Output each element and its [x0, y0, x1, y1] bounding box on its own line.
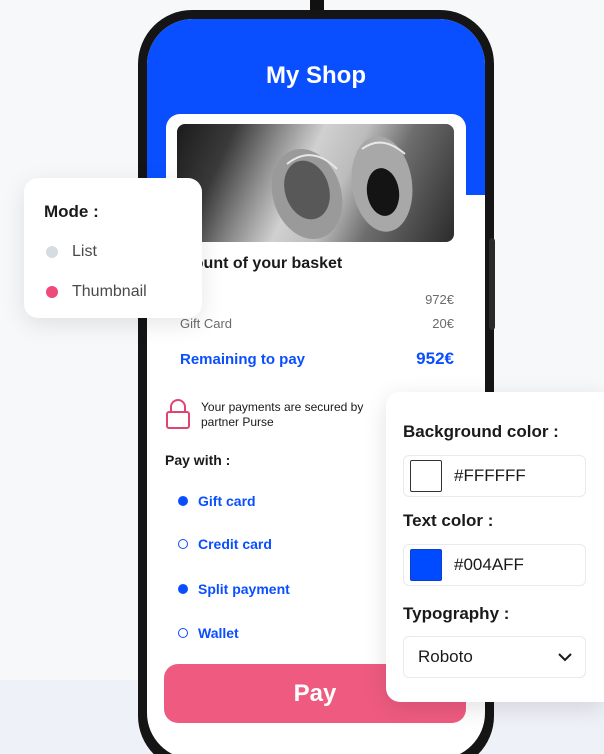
text-color-swatch[interactable] [410, 549, 442, 581]
mode-option-list[interactable]: List [46, 243, 97, 261]
remaining-value: 952€ [416, 349, 454, 368]
pay-option-split-payment[interactable]: Split payment [178, 581, 290, 597]
background-color-label: Background color : [403, 422, 559, 441]
radio-empty-icon [178, 539, 188, 549]
basket-title: nount of your basket [184, 255, 343, 272]
gift-card-value: 20€ [432, 316, 454, 331]
background-color-value: #FFFFFF [454, 466, 526, 485]
secure-payment-text: Your payments are secured by partner Pur… [201, 400, 364, 429]
mode-option-label: Thumbnail [72, 283, 147, 300]
sneakers-image [177, 124, 454, 242]
radio-selected-icon [178, 584, 188, 594]
pay-option-label: Gift card [198, 493, 256, 509]
pay-with-label: Pay with : [165, 452, 231, 468]
lock-icon [164, 398, 192, 430]
chevron-down-icon [558, 653, 572, 662]
remaining-label: Remaining to pay [180, 351, 306, 368]
pay-option-gift-card[interactable]: Gift card [178, 493, 256, 509]
mode-panel: Mode : List Thumbnail [24, 178, 202, 318]
pay-option-label: Credit card [198, 536, 272, 552]
list-radio-icon [46, 246, 58, 258]
mode-option-thumbnail[interactable]: Thumbnail [46, 283, 147, 301]
phone-side-button [489, 238, 495, 330]
background-color-swatch[interactable] [410, 460, 442, 492]
text-color-value: #004AFF [454, 555, 524, 574]
gift-card-label: Gift Card [180, 316, 233, 331]
typography-label: Typography : [403, 604, 510, 623]
mode-title: Mode : [44, 202, 99, 221]
thumbnail-radio-icon [46, 286, 58, 298]
text-color-label: Text color : [403, 511, 494, 530]
pay-option-wallet[interactable]: Wallet [178, 625, 239, 641]
pay-option-label: Wallet [198, 625, 239, 641]
background-color-field[interactable]: #FFFFFF [403, 455, 586, 497]
text-color-field[interactable]: #004AFF [403, 544, 586, 586]
pay-option-label: Split payment [198, 581, 290, 597]
radio-selected-icon [178, 496, 188, 506]
radio-empty-icon [178, 628, 188, 638]
typography-select[interactable]: Roboto [403, 636, 586, 678]
style-panel: Background color : #FFFFFF Text color : … [386, 392, 604, 702]
total-value: 972€ [425, 292, 454, 307]
pay-option-credit-card[interactable]: Credit card [178, 536, 272, 552]
shop-title: My Shop [266, 62, 366, 89]
mode-option-label: List [72, 243, 97, 260]
typography-value: Roboto [418, 647, 473, 666]
